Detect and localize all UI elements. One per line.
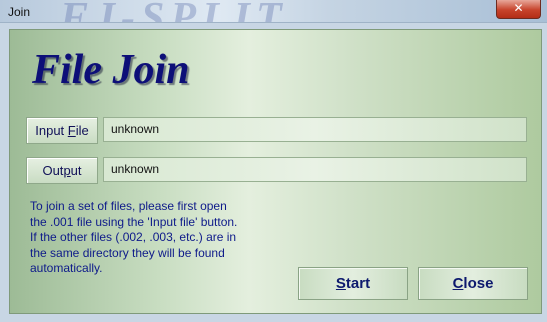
start-label-rest: tart bbox=[345, 275, 371, 292]
output-field[interactable]: unknown bbox=[103, 157, 527, 182]
close-icon[interactable]: ✕ bbox=[496, 0, 541, 19]
output-label-post: ut bbox=[70, 163, 82, 178]
app-title: File Join bbox=[32, 47, 190, 93]
input-file-label-pre: Input bbox=[35, 123, 68, 138]
input-file-button[interactable]: Input File bbox=[26, 117, 98, 144]
close-label-rest: lose bbox=[463, 275, 494, 292]
output-label-pre: Out bbox=[42, 163, 64, 178]
help-line: the .001 file using the 'Input file' but… bbox=[30, 214, 238, 229]
help-text: To join a set of files, please first ope… bbox=[30, 199, 270, 277]
help-line: automatically. bbox=[30, 261, 103, 275]
help-line: If the other files (.002, .003, etc.) ar… bbox=[30, 230, 237, 244]
close-button[interactable]: Close bbox=[418, 267, 528, 300]
input-file-label-post: ile bbox=[75, 123, 89, 138]
start-button[interactable]: Start bbox=[298, 267, 408, 300]
help-line: To join a set of files, please first ope… bbox=[30, 199, 227, 213]
window-title: Join bbox=[8, 5, 31, 19]
input-file-label-accel: F bbox=[67, 123, 76, 138]
help-line: the same directory they will be found bbox=[30, 245, 225, 260]
close-label-accel: C bbox=[452, 275, 464, 292]
start-label-accel: S bbox=[335, 275, 346, 292]
input-file-field[interactable]: unknown bbox=[103, 117, 527, 142]
output-button[interactable]: Output bbox=[26, 157, 98, 184]
output-label-accel: p bbox=[63, 163, 71, 178]
